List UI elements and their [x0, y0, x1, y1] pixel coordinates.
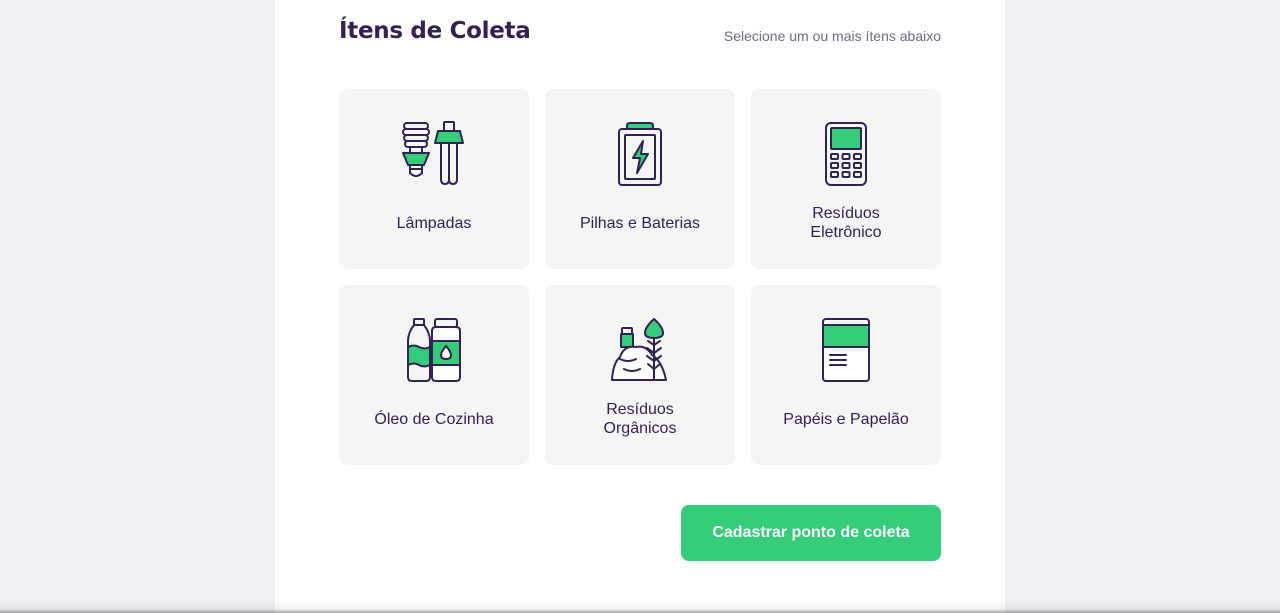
form-card: Ítens de Coleta Selecione um ou mais íte…	[275, 0, 1005, 613]
electronic-device-icon	[751, 121, 941, 187]
bottom-edge-shadow	[0, 600, 1280, 613]
battery-icon	[545, 121, 735, 187]
oil-bottle-icon	[339, 317, 529, 383]
submit-button[interactable]: Cadastrar ponto de coleta	[681, 505, 941, 561]
item-label: Papéis e Papelão	[783, 410, 909, 428]
lamp-icon	[339, 121, 529, 187]
item-oleo-cozinha[interactable]: Óleo de Cozinha	[339, 285, 529, 465]
section-title: Ítens de Coleta	[339, 18, 531, 44]
item-label: Resíduos Eletrônico	[810, 205, 882, 241]
item-residuos-eletronico[interactable]: Resíduos Eletrônico	[751, 89, 941, 269]
item-label: Resíduos Orgânicos	[603, 401, 677, 437]
items-grid: Lâmpadas Pilhas e Baterias Resíduos Elet…	[339, 89, 941, 465]
item-label: Lâmpadas	[396, 214, 472, 232]
item-residuos-organicos[interactable]: Resíduos Orgânicos	[545, 285, 735, 465]
organic-waste-icon	[545, 317, 735, 383]
section-hint: Selecione um ou mais ítens abaixo	[723, 28, 941, 44]
item-label: Óleo de Cozinha	[374, 410, 494, 428]
item-lampadas[interactable]: Lâmpadas	[339, 89, 529, 269]
paper-icon	[751, 317, 941, 383]
item-papeis-papelao[interactable]: Papéis e Papelão	[751, 285, 941, 465]
item-label: Pilhas e Baterias	[579, 214, 701, 232]
item-pilhas-baterias[interactable]: Pilhas e Baterias	[545, 89, 735, 269]
